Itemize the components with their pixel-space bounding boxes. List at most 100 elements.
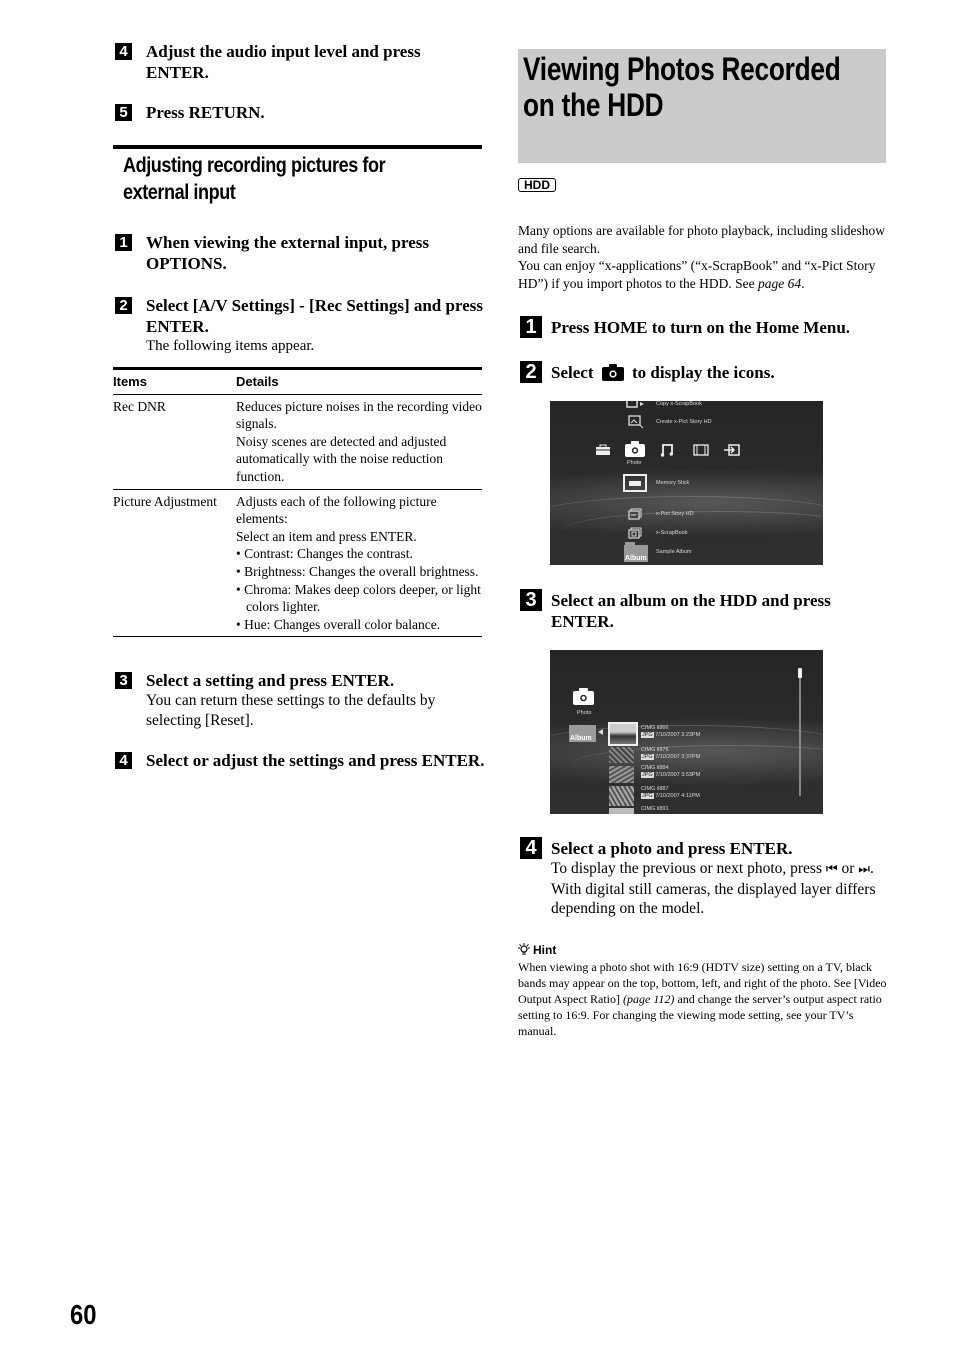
step-title: Press HOME to turn on the Home Menu. (551, 318, 851, 337)
hint-heading: Hint (518, 943, 556, 959)
scrollbar-thumb[interactable] (798, 668, 802, 678)
input-icon[interactable] (724, 444, 740, 456)
step-1-home: 1 Press HOME to turn on the Home Menu. (520, 316, 890, 338)
photo-name[interactable]: CIMG il866 (641, 725, 669, 731)
table-header-row: Items Details (113, 367, 482, 395)
menu-item-scrapbook[interactable]: x-ScrapBook (656, 530, 688, 536)
scrapbook-icon (628, 527, 642, 539)
photo-name[interactable]: CIMG il887 (641, 786, 669, 792)
hdd-badge: HDD (518, 178, 556, 192)
item-name: Picture Adjustment (113, 489, 236, 638)
menu-item-create-pict-story[interactable]: Create x-Pict Story HD (656, 419, 712, 425)
step-description-text: To display the previous or next photo, p… (551, 860, 822, 877)
camera-icon[interactable] (625, 440, 645, 457)
jpg-badge: JPG (641, 772, 654, 778)
photo-list-screenshot: Photo Album CIMG il866 JPG 7/10/2007 3:2… (550, 650, 823, 814)
copy-scrapbook-icon (626, 401, 644, 408)
camera-icon (601, 363, 624, 386)
photo-name[interactable]: CIMG il876 (641, 747, 669, 753)
create-pict-story-icon (628, 415, 644, 429)
page-title-box: Viewing Photos Recorded on the HDD (518, 49, 886, 163)
background-wave (560, 511, 823, 552)
step-number: 5 (115, 104, 132, 121)
table-row: Picture Adjustment Adjusts each of the f… (113, 489, 482, 638)
previous-track-icon: ⏮ (825, 862, 838, 877)
step-1-options: 1 When viewing the external input, press… (115, 232, 485, 274)
album-thumb-label: Album (625, 555, 647, 562)
step-title: Select a photo and press ENTER. (551, 839, 793, 858)
step-2-select-photo: 2 Select to display the icons. (520, 361, 890, 386)
step-2-select-settings: 2 Select [A/V Settings] - [Rec Settings]… (115, 295, 485, 356)
step-title: Select or adjust the settings and press … (146, 751, 485, 770)
section-title: Adjusting recording pictures for externa… (123, 154, 386, 204)
detail-bullet: • Brightness: Changes the overall bright… (236, 563, 479, 579)
settings-table: Items Details Rec DNR Reduces picture no… (113, 367, 482, 638)
item-details: Reduces picture noises in the recording … (236, 394, 482, 490)
step-adjust-audio: 4 Adjust the audio input level and press… (115, 41, 485, 83)
menu-item-sample-album[interactable]: Sample Album (656, 549, 691, 555)
photo-thumbnail[interactable] (609, 808, 634, 814)
detail-text: Adjusts each of the following picture el… (236, 493, 437, 527)
item-name: Rec DNR (113, 394, 236, 490)
back-arrow-icon[interactable] (598, 729, 603, 735)
album-thumb-label: Album (570, 735, 592, 742)
photo-meta: JPG 7/10/2007 3:23PM (641, 732, 700, 738)
step-number: 4 (520, 837, 542, 859)
detail-bullet: • Chroma: Makes deep colors deeper, or l… (236, 581, 481, 615)
category-label-photo: Photo (627, 460, 642, 466)
menu-item-copy-scrapbook[interactable]: Copy x-ScrapBook (656, 401, 702, 407)
menu-item-pict-story-hd[interactable]: x-Pict Story HD (656, 511, 694, 517)
step-description-text: or (841, 860, 855, 877)
page-title: Viewing Photos Recorded on the HDD (523, 51, 841, 123)
step-description-text: With digital still cameras, the displaye… (551, 880, 876, 918)
step-number: 4 (115, 43, 132, 60)
page-reference-link[interactable]: page 64 (758, 276, 801, 291)
jpg-badge: JPG (641, 754, 654, 760)
step-4-adjust-settings: 4 Select or adjust the settings and pres… (115, 750, 485, 771)
column-header-items: Items (113, 367, 236, 395)
lightbulb-icon (518, 943, 530, 959)
pict-story-icon (628, 508, 642, 520)
background-wave (570, 745, 823, 786)
film-icon[interactable] (693, 444, 709, 456)
intro-text-segment: . (801, 275, 805, 291)
photo-thumbnail-selected[interactable] (608, 722, 638, 746)
detail-bullet: • Hue: Changes overall color balance. (236, 616, 441, 632)
photo-date: 7/10/2007 3:37PM (655, 754, 701, 760)
photo-thumbnail[interactable] (609, 786, 634, 806)
hint-label: Hint (533, 943, 557, 957)
page-reference-link[interactable]: (page 112) (623, 992, 674, 1006)
detail-bullet-list: • Contrast: Changes the contrast. • Brig… (236, 545, 482, 633)
photo-name[interactable]: CIMG il891 (641, 806, 669, 812)
step-title: When viewing the external input, press O… (146, 233, 430, 273)
step-number: 1 (115, 234, 132, 251)
detail-text: Select an item and press ENTER. (236, 528, 417, 544)
intro-paragraph: You can enjoy “x-applications” (“x-Scrap… (518, 257, 890, 292)
photo-thumbnail[interactable] (609, 766, 634, 783)
step-number: 2 (115, 297, 132, 314)
photo-thumbnail[interactable] (609, 747, 634, 763)
step-number: 3 (520, 589, 542, 611)
intro-text-segment: You can enjoy “x-applications” (“x-Scrap… (518, 258, 876, 291)
menu-item-memory-stick[interactable]: Memory Stick (656, 480, 689, 486)
step-number: 1 (520, 316, 542, 338)
album-folder-icon[interactable]: Album (624, 542, 648, 562)
music-note-icon[interactable] (660, 443, 674, 457)
scrollbar-track[interactable] (799, 668, 801, 796)
step-number: 4 (115, 752, 132, 769)
toolbox-icon[interactable] (595, 444, 611, 456)
step-4-select-photo: 4 Select a photo and press ENTER. To dis… (520, 837, 890, 919)
album-folder-icon[interactable]: Album (569, 725, 596, 742)
photo-date: 7/10/2007 4:11PM (655, 793, 700, 799)
intro-paragraph: Many options are available for photo pla… (518, 223, 886, 256)
column-header-details: Details (236, 367, 482, 395)
step-number: 2 (520, 361, 542, 383)
step-title: Adjust the audio input level and press E… (146, 42, 421, 82)
memory-stick-icon[interactable] (623, 474, 647, 492)
step-title: Select [A/V Settings] - [Rec Settings] a… (146, 296, 483, 336)
photo-name[interactable]: CIMG il884 (641, 765, 669, 771)
camera-icon (573, 688, 594, 705)
jpg-badge: JPG (641, 732, 654, 738)
detail-text: Reduces picture noises in the recording … (236, 398, 482, 432)
step-title: Select to display the icons. (551, 361, 890, 386)
